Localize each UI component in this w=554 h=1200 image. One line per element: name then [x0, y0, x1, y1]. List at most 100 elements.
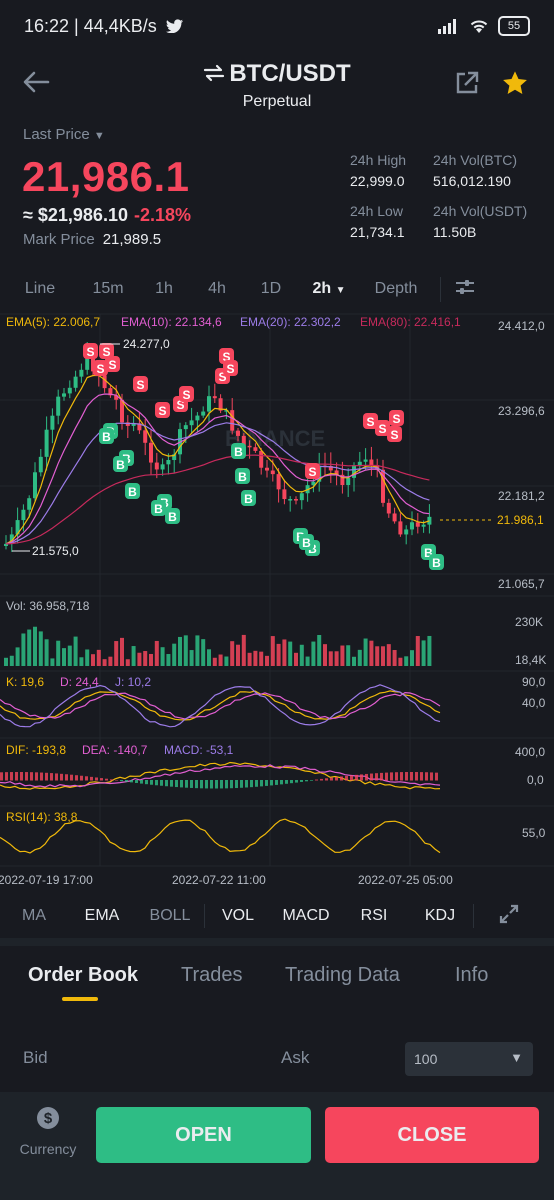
sell-marker-label: S — [136, 378, 144, 392]
volume-bar — [149, 653, 153, 666]
macd-histogram-bar — [375, 773, 378, 781]
tf-4h[interactable]: 4h — [192, 280, 242, 298]
ind-vol[interactable]: VOL — [205, 907, 271, 925]
candle-body — [352, 465, 356, 478]
ind-ema[interactable]: EMA — [68, 907, 136, 925]
low-value: 21,734.1 — [350, 224, 405, 240]
open-button[interactable]: OPEN — [96, 1107, 311, 1163]
macd-histogram-bar — [210, 780, 213, 789]
macd-histogram-bar — [55, 773, 58, 781]
candle-body — [212, 396, 217, 399]
candle-body — [102, 375, 107, 389]
sell-marker-label: S — [366, 415, 374, 429]
macd-histogram-bar — [190, 780, 193, 788]
macd-histogram-bar — [215, 780, 218, 789]
tab-info[interactable]: Info — [455, 964, 488, 987]
volume-bar — [44, 639, 49, 666]
volume-bar — [392, 650, 397, 666]
macd-histogram-bar — [65, 774, 68, 781]
macd-histogram-bar — [365, 773, 368, 781]
tf-line[interactable]: Line — [0, 280, 80, 298]
volume-bar — [79, 657, 84, 666]
volume-bar — [137, 652, 142, 666]
volume-bar — [241, 634, 246, 666]
macd-histogram-bar — [425, 772, 428, 781]
volume-bar — [114, 641, 119, 666]
vol-tick: 18,4K — [515, 653, 546, 667]
kline-chart[interactable]: BINANCE SSSSSSSSSSSSSSSSBBBBBBBBBBBBBBBB… — [0, 306, 554, 890]
sell-marker-label: S — [226, 362, 234, 376]
candle-body — [386, 502, 391, 514]
volume-bar — [131, 646, 136, 666]
macd-histogram-bar — [230, 780, 233, 789]
volume-bar — [288, 641, 293, 666]
volume-bar — [172, 643, 177, 666]
fullscreen-button[interactable] — [474, 903, 544, 930]
tf-depth[interactable]: Depth — [358, 280, 434, 298]
candle-body — [398, 521, 403, 535]
ind-macd[interactable]: MACD — [271, 907, 341, 925]
tab-trading-data[interactable]: Trading Data — [285, 964, 400, 987]
volume-bar — [183, 635, 188, 666]
macd-histogram-bar — [345, 775, 348, 781]
tf-1h[interactable]: 1h — [136, 280, 192, 298]
favorite-button[interactable] — [501, 69, 529, 102]
kdj-tick: 90,0 — [522, 675, 546, 689]
low-label: 24h Low — [350, 203, 403, 219]
ask-header: Ask — [281, 1048, 310, 1067]
volume-bar — [154, 640, 159, 666]
caret-down-icon: ▼ — [335, 285, 346, 296]
volume-bar — [294, 652, 298, 666]
ind-ma[interactable]: MA — [0, 907, 68, 925]
tf-2h[interactable]: 2h ▼ — [300, 280, 358, 298]
macd-histogram-bar — [355, 774, 358, 781]
depth-select[interactable]: 100 ▼ — [405, 1042, 533, 1076]
volume-bar — [125, 659, 130, 666]
status-icons: 55 — [438, 14, 530, 38]
last-price-label[interactable]: Last Price ▼ — [23, 126, 105, 143]
pair-title: BTC/USDT — [229, 60, 351, 87]
macd-histogram-bar — [275, 780, 278, 785]
chart-settings-button[interactable] — [440, 276, 489, 302]
macd-histogram-bar — [150, 780, 153, 785]
macd-histogram-bar — [370, 773, 373, 781]
volume-bar — [96, 649, 101, 666]
volume-bar — [259, 651, 264, 666]
candle-body — [288, 499, 293, 501]
caret-down-icon: ▼ — [510, 1050, 523, 1065]
candle-body — [50, 415, 55, 430]
currency-button[interactable]: $ Currency — [8, 1106, 88, 1157]
chart-area[interactable]: BINANCE SSSSSSSSSSSSSSSSBBBBBBBBBBBBBBBB… — [0, 306, 554, 890]
tf-15m[interactable]: 15m — [80, 280, 136, 298]
tf-1d[interactable]: 1D — [242, 280, 300, 298]
volume-bar — [189, 650, 194, 666]
time-label: 2022-07-25 05:00 — [358, 873, 453, 887]
share-button[interactable] — [454, 70, 480, 101]
volume-bar — [357, 649, 362, 666]
time-label: 2022-07-22 11:00 — [172, 873, 266, 887]
ind-kdj[interactable]: KDJ — [407, 907, 473, 925]
candle-body — [253, 447, 258, 451]
macd-histogram-bar — [45, 772, 48, 781]
tab-order-book[interactable]: Order Book — [28, 964, 138, 987]
volume-bar — [91, 654, 95, 666]
volume-bar — [218, 654, 223, 666]
candle-body — [79, 369, 84, 377]
ind-boll[interactable]: BOLL — [136, 907, 204, 925]
macd-histogram-bar — [280, 780, 283, 785]
kdj-k-legend: K: 19,6 — [6, 675, 44, 689]
macd-histogram-bar — [175, 780, 178, 788]
ind-rsi[interactable]: RSI — [341, 907, 407, 925]
volume-bar — [73, 636, 78, 666]
macd-histogram-bar — [35, 772, 38, 781]
macd-histogram-bar — [415, 772, 418, 781]
dollar-coin-icon: $ — [37, 1107, 59, 1129]
volume-bar — [247, 652, 252, 666]
volume-bar — [328, 651, 333, 666]
volume-bar — [276, 643, 281, 666]
candle-body — [265, 467, 269, 471]
buy-marker-label: B — [234, 445, 243, 459]
buy-marker-label: B — [238, 470, 247, 484]
close-button[interactable]: CLOSE — [325, 1107, 539, 1163]
tab-trades[interactable]: Trades — [181, 964, 243, 987]
